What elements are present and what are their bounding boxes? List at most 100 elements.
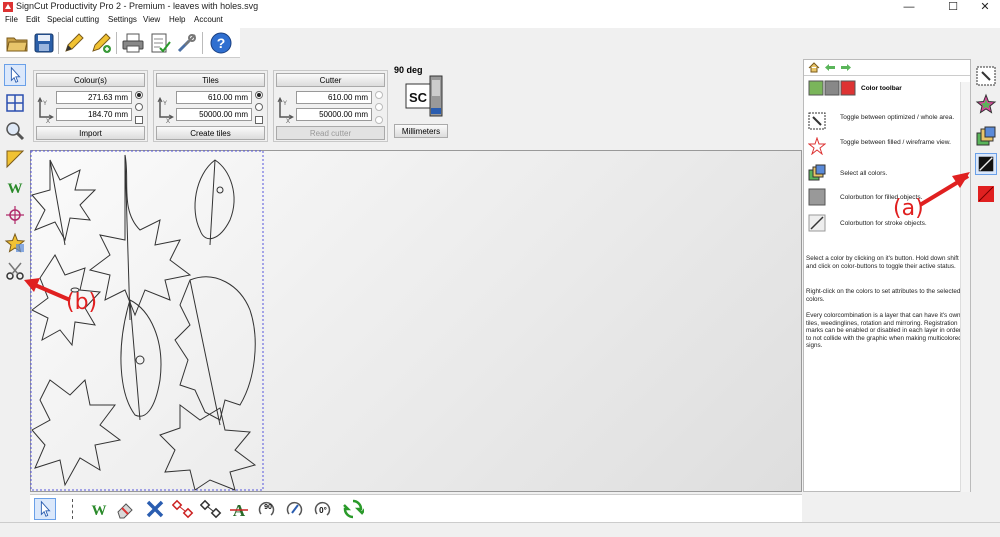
leaves-graphic[interactable] xyxy=(30,150,264,492)
registration-mark-icon[interactable] xyxy=(4,204,26,226)
selection-box xyxy=(30,150,264,491)
colours-group: Colour(s) XY 271.63 mm 184.70 mm Import xyxy=(33,70,148,142)
read-cutter-button[interactable]: Read cutter xyxy=(276,126,385,140)
colours-title: Colour(s) xyxy=(36,73,145,87)
text-a-icon[interactable]: A xyxy=(228,498,250,520)
tiles-radio-2[interactable] xyxy=(255,103,263,111)
ruler-icon[interactable] xyxy=(4,148,26,170)
help-item: Colorbutton for stroke objects. xyxy=(808,214,968,234)
help-icon[interactable]: ? xyxy=(209,31,233,55)
app-icon xyxy=(3,2,13,12)
window-title: SignCut Productivity Pro 2 - Premium - l… xyxy=(16,1,259,11)
colours-checkbox[interactable] xyxy=(135,116,143,124)
star-shape-icon[interactable] xyxy=(4,232,26,254)
help-scrollbar[interactable] xyxy=(960,82,970,492)
units-button[interactable]: Millimeters xyxy=(394,124,448,138)
nodes-outline-icon[interactable] xyxy=(200,498,222,520)
select-arrow-icon[interactable] xyxy=(34,498,56,520)
cutter-height-field[interactable]: 50000.00 mm xyxy=(296,108,372,121)
eraser-icon[interactable] xyxy=(114,498,136,520)
svg-text:X: X xyxy=(46,119,50,123)
help-item: Select all colors. xyxy=(808,164,968,184)
rotate-0-label: 0° xyxy=(319,506,327,515)
black-stroke-color-icon[interactable] xyxy=(975,153,997,175)
menu-special-cutting[interactable]: Special cutting xyxy=(47,15,99,24)
help-paragraph: Select a color by clicking on it's butto… xyxy=(806,255,959,270)
cutter-radio-3[interactable] xyxy=(375,116,383,124)
cutter-radio-1[interactable] xyxy=(375,91,383,99)
menu-account[interactable]: Account xyxy=(194,15,223,24)
help-header: Color toolbar xyxy=(861,85,902,92)
graphic-area xyxy=(30,150,264,492)
minimize-button[interactable]: — xyxy=(894,0,924,14)
menu-file[interactable]: File xyxy=(5,15,18,24)
weeding-icon[interactable]: W xyxy=(4,176,26,198)
create-tiles-button[interactable]: Create tiles xyxy=(156,126,265,140)
machine-logo: SC xyxy=(409,90,428,105)
close-x-icon[interactable] xyxy=(144,498,166,520)
tools-icon[interactable] xyxy=(175,31,199,55)
pen-add-icon[interactable] xyxy=(89,31,113,55)
cutter-machine-icon[interactable]: SC xyxy=(404,74,448,120)
menu-settings[interactable]: Settings xyxy=(108,15,137,24)
main-toolbar: ? xyxy=(0,28,240,58)
svg-text:Y: Y xyxy=(283,101,287,107)
tiles-height-field[interactable]: 50000.00 mm xyxy=(176,108,252,121)
toggle-filled-icon xyxy=(808,137,826,155)
scissors-icon[interactable] xyxy=(4,260,26,282)
weeding-icon[interactable]: W xyxy=(88,498,110,520)
colours-width-field[interactable]: 271.63 mm xyxy=(56,91,132,104)
print-icon[interactable] xyxy=(121,31,145,55)
checklist-icon[interactable] xyxy=(148,31,172,55)
open-folder-icon[interactable] xyxy=(5,31,29,55)
help-item: Toggle between optimized / whole area. xyxy=(808,112,968,132)
optimize-toggle-icon[interactable] xyxy=(975,65,997,87)
tiles-grid-icon[interactable] xyxy=(4,92,26,114)
colours-radio-2[interactable] xyxy=(135,103,143,111)
forward-arrow-icon[interactable] xyxy=(840,63,852,72)
recycle-icon[interactable] xyxy=(342,498,364,520)
tiles-radio-1[interactable] xyxy=(255,91,263,99)
tiles-group: Tiles XY 610.00 mm 50000.00 mm Create ti… xyxy=(153,70,268,142)
red-color-icon[interactable] xyxy=(975,183,997,205)
select-arrow-icon[interactable] xyxy=(4,64,26,86)
colorbutton-filled-icon xyxy=(808,188,826,206)
select-all-colors-icon[interactable] xyxy=(975,125,997,147)
close-button[interactable]: ✕ xyxy=(970,0,1000,14)
save-icon[interactable] xyxy=(32,31,56,55)
zoom-icon[interactable] xyxy=(4,120,26,142)
svg-text:X: X xyxy=(286,119,290,123)
rotate-90-label: 90 xyxy=(264,504,272,511)
help-panel: Color toolbar Toggle between optimized /… xyxy=(803,59,971,492)
menu-help[interactable]: Help xyxy=(169,15,185,24)
help-paragraph: Every colorcombination is a layer that c… xyxy=(806,312,962,350)
tiles-title: Tiles xyxy=(156,73,265,87)
toolbar-separator xyxy=(58,32,59,54)
nodes-icon[interactable] xyxy=(172,498,194,520)
star-filled-icon[interactable] xyxy=(975,93,997,115)
back-arrow-icon[interactable] xyxy=(824,63,836,72)
machine-panel: 90 deg SC Millimeters xyxy=(392,64,452,142)
colours-radio-1[interactable] xyxy=(135,91,143,99)
menu-edit[interactable]: Edit xyxy=(26,15,40,24)
xy-axis-icon: XY xyxy=(37,96,54,123)
leaf-hole xyxy=(216,186,224,194)
pen-icon[interactable] xyxy=(62,31,86,55)
cutter-width-field[interactable]: 610.00 mm xyxy=(296,91,372,104)
cutter-group: Cutter XY 610.00 mm 50000.00 mm Read cut… xyxy=(273,70,388,142)
color-toolbar xyxy=(972,59,1000,492)
pen-rotate-icon[interactable] xyxy=(284,498,306,520)
leaf-outline xyxy=(159,404,257,491)
rotate-90-icon[interactable]: 90 xyxy=(256,498,278,520)
toolbar-separator xyxy=(116,32,117,54)
import-button[interactable]: Import xyxy=(36,126,145,140)
menu-view[interactable]: View xyxy=(143,15,160,24)
tiles-width-field[interactable]: 610.00 mm xyxy=(176,91,252,104)
rotate-0-icon[interactable]: 0° xyxy=(312,498,334,520)
colours-height-field[interactable]: 184.70 mm xyxy=(56,108,132,121)
help-item: Toggle between filled / wireframe view. xyxy=(808,137,968,157)
tiles-checkbox[interactable] xyxy=(255,116,263,124)
home-icon[interactable] xyxy=(808,62,820,73)
cutter-radio-2[interactable] xyxy=(375,103,383,111)
maximize-button[interactable]: ☐ xyxy=(938,0,968,14)
